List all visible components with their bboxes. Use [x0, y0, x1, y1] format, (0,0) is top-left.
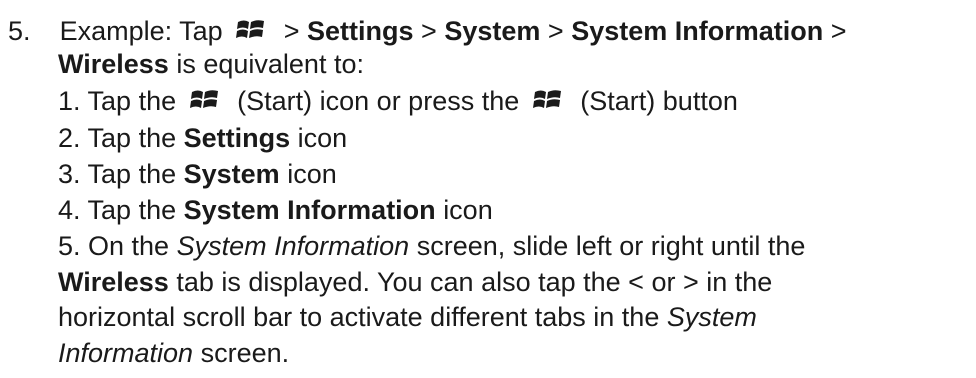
equivalent-text: is equivalent to:: [176, 49, 364, 79]
breadcrumb-separator: >: [283, 16, 300, 46]
windows-start-icon: [189, 90, 218, 108]
substep-2-post-text: icon: [297, 123, 348, 153]
step-5-line-1: 5. Example: Tap > Settings > System > Sy…: [8, 14, 847, 48]
breadcrumb-separator: >: [830, 16, 847, 46]
substep-2: 2. Tap the Settings icon: [58, 121, 347, 155]
substep-4-text: 4. Tap the: [58, 195, 177, 225]
windows-start-icon: [236, 20, 265, 38]
substep-5-text-cont: tab is displayed. You can also tap the <…: [176, 267, 773, 297]
substep-5-line-2: Wireless tab is displayed. You can also …: [58, 265, 772, 299]
substep-5-text: 5. On the: [58, 231, 170, 261]
wireless-label: Wireless: [58, 49, 169, 79]
step-5-line-2: Wireless is equivalent to:: [58, 47, 364, 81]
breadcrumb-separator: >: [421, 16, 437, 46]
substep-3-post-text: icon: [287, 159, 337, 189]
substep-4: 4. Tap the System Information icon: [58, 193, 493, 227]
substep-5-text-cont: horizontal scroll bar to activate differ…: [58, 302, 660, 332]
substep-1-mid-text: (Start) icon or press the: [237, 86, 520, 116]
system-information-label: System Information: [571, 16, 824, 46]
substep-1: 1. Tap the (Start) icon or press the (St…: [58, 84, 738, 118]
system-information-label: System Information: [183, 195, 436, 225]
settings-label: Settings: [307, 16, 414, 46]
instruction-document: 5. Example: Tap > Settings > System > Sy…: [0, 0, 976, 378]
information-screen-label: Information: [58, 338, 194, 368]
substep-5-line-1: 5. On the System Information screen, sli…: [58, 229, 805, 263]
substep-4-post-text: icon: [443, 195, 493, 225]
settings-label: Settings: [183, 123, 291, 153]
substep-1-post-text: (Start) button: [580, 86, 738, 116]
substep-2-text: 2. Tap the: [58, 123, 177, 153]
substep-1-text: 1. Tap the: [58, 86, 177, 116]
step-number: 5.: [8, 16, 31, 46]
system-label: System: [183, 159, 280, 189]
example-intro: Example: Tap: [59, 16, 223, 46]
substep-3: 3. Tap the System icon: [58, 157, 337, 191]
substep-5-text-end: screen.: [200, 338, 290, 368]
substep-5-line-4: Information screen.: [58, 336, 289, 370]
substep-5-line-3: horizontal scroll bar to activate differ…: [58, 300, 757, 334]
substep-3-text: 3. Tap the: [58, 159, 177, 189]
windows-start-icon: [532, 90, 561, 108]
system-screen-label: System: [666, 302, 757, 332]
breadcrumb-separator: >: [547, 16, 564, 46]
system-label: System: [444, 16, 541, 46]
substep-5-text-cont: screen, slide left or right until the: [416, 231, 806, 261]
system-information-screen-label: System Information: [176, 231, 410, 261]
wireless-label: Wireless: [58, 267, 169, 297]
